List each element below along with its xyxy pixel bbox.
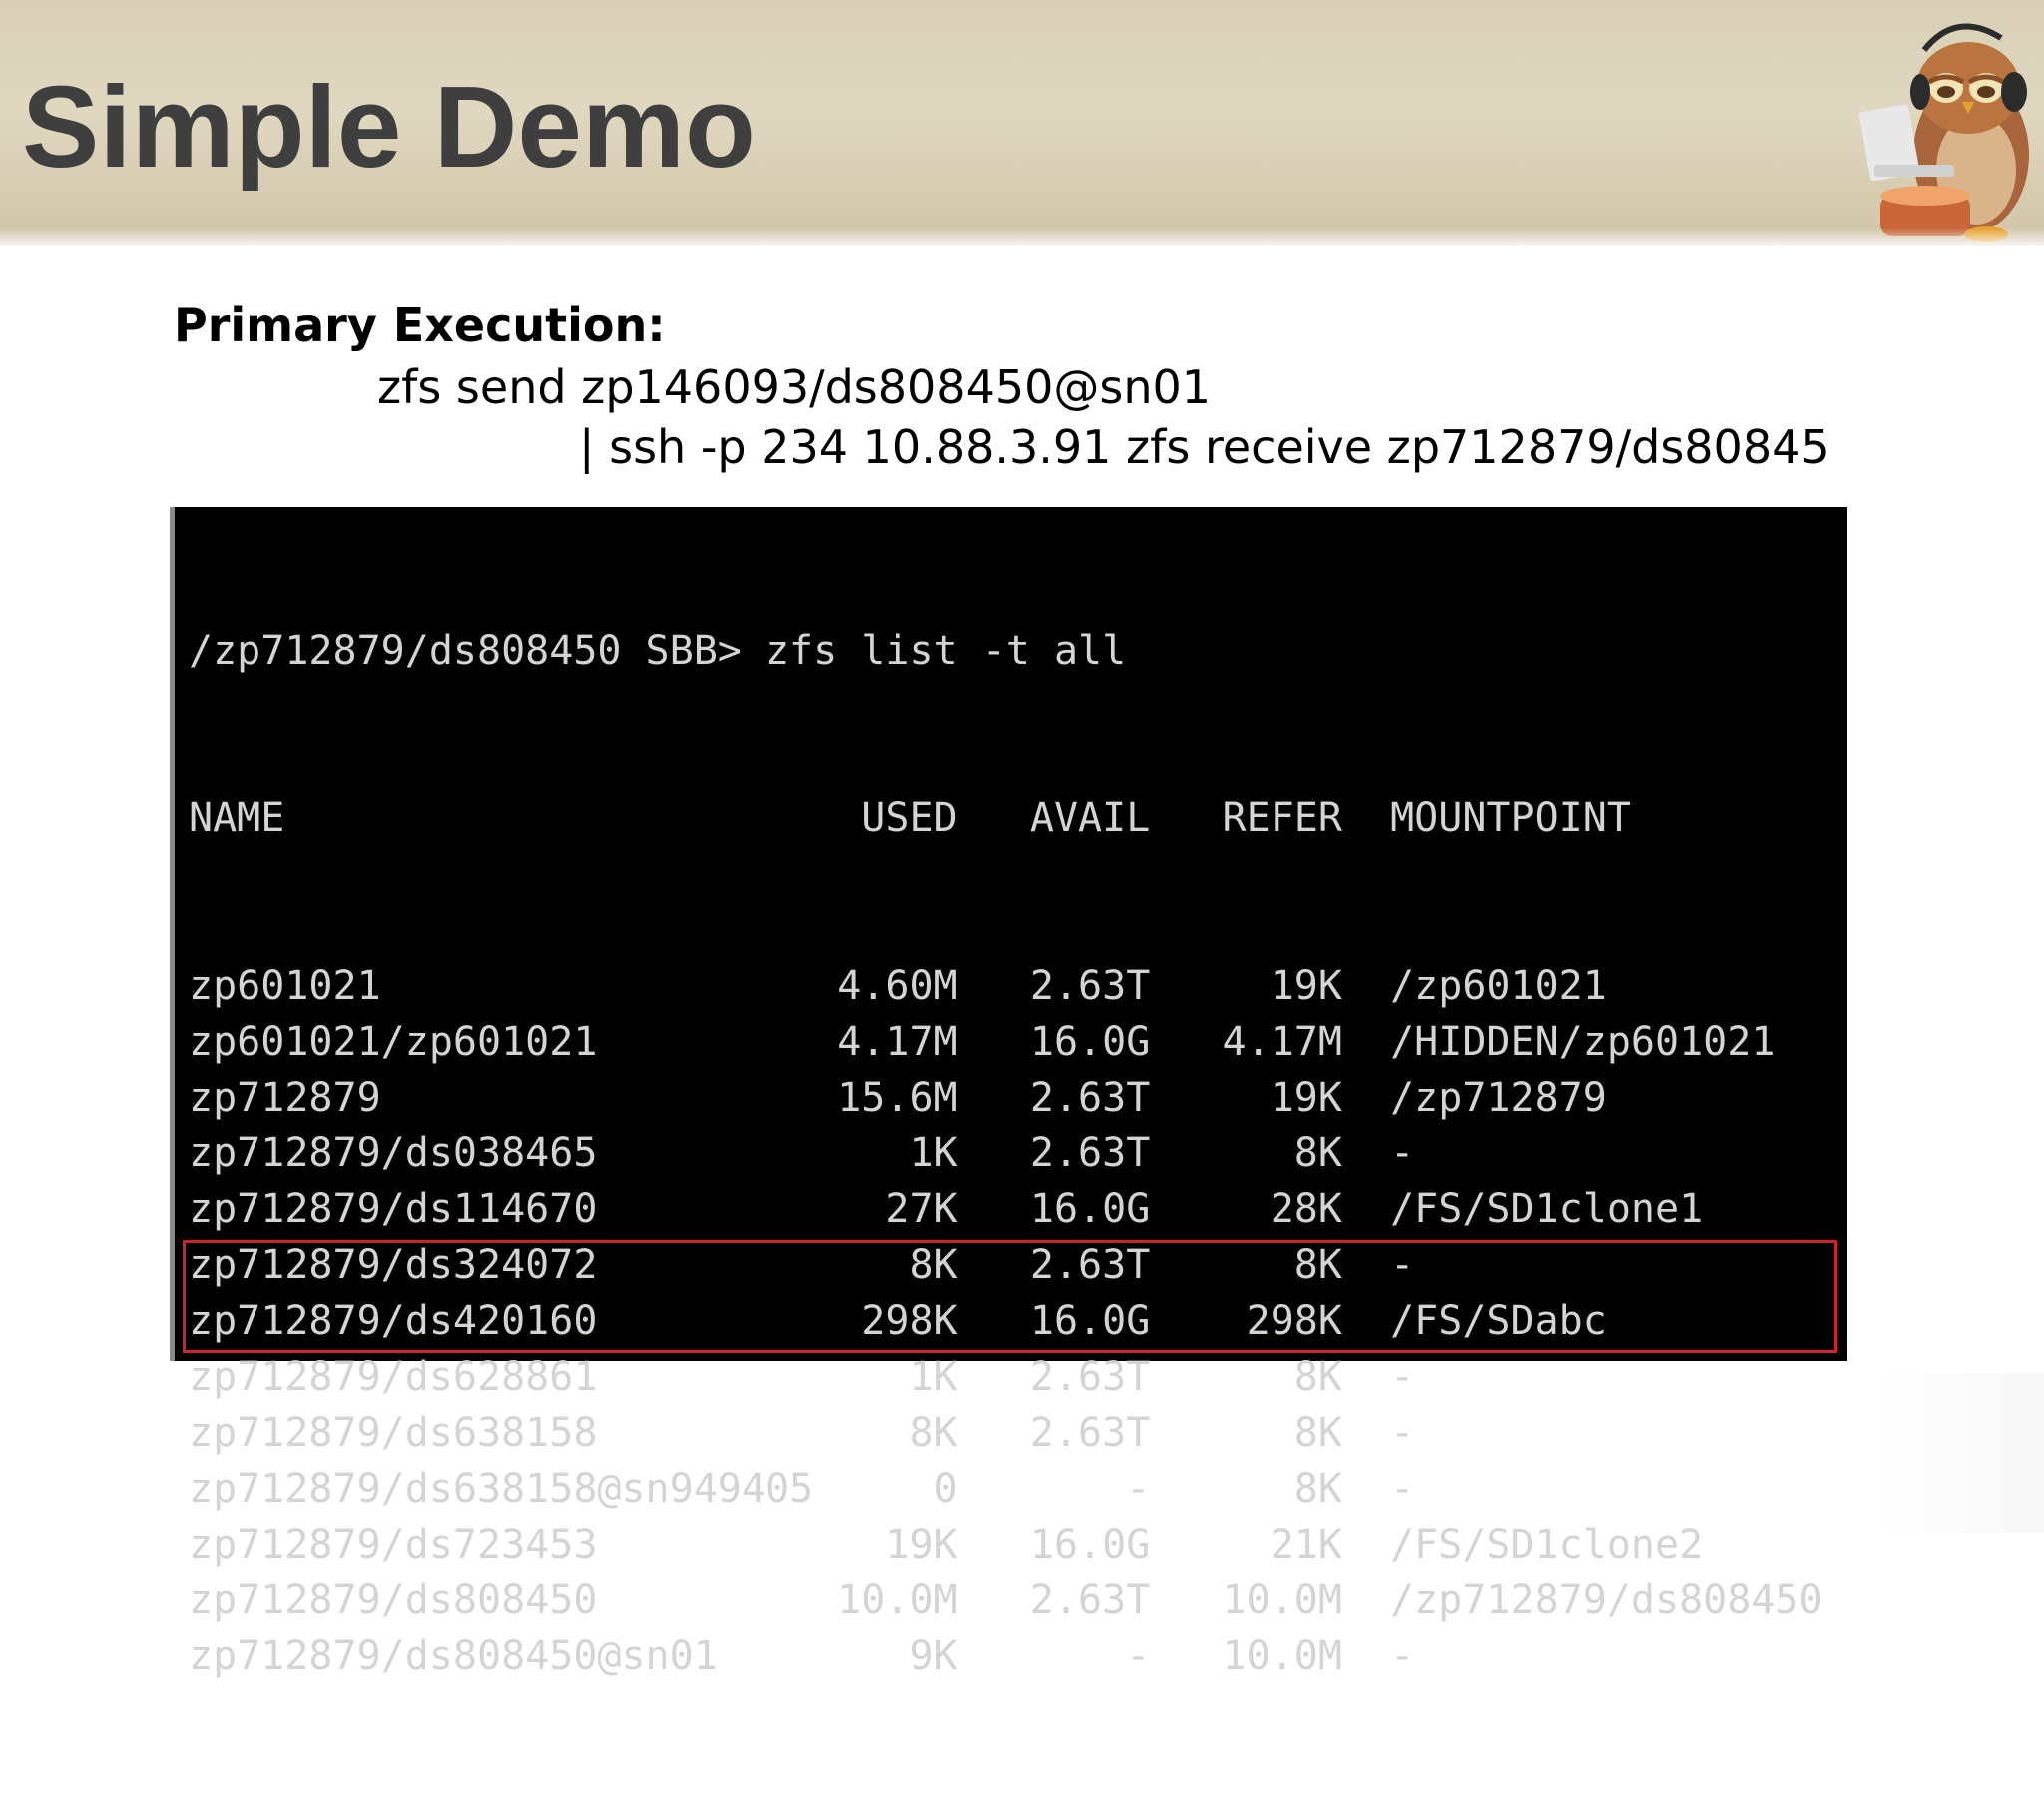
terminal-row: zp712879/ds638158 8K 2.63T 8K - — [189, 1410, 1415, 1456]
terminal-row: zp712879 15.6M 2.63T 19K /zp712879 — [189, 1075, 1607, 1121]
terminal-row: zp712879/ds324072 8K 2.63T 8K - — [189, 1242, 1415, 1288]
owl-with-laptop-icon — [1858, 23, 2029, 242]
terminal-row: zp712879/ds808450 10.0M 2.63T 10.0M /zp7… — [189, 1577, 1823, 1623]
terminal-screenshot: /zp712879/ds808450 SBB> zfs list -t all … — [170, 507, 1847, 1679]
slide-title: Simple Demo — [22, 62, 756, 192]
terminal-prompt: /zp712879/ds808450 SBB> zfs list -t all — [189, 628, 1127, 674]
terminal-column-headers: NAME USED AVAIL REFER MOUNTPOINT — [189, 795, 1631, 841]
terminal-row: zp712879/ds638158@sn949405 0 - 8K - — [189, 1466, 1415, 1512]
terminal-row: zp712879/ds808450@sn01 9K - 10.0M - — [189, 1633, 1415, 1679]
terminal-row: zp712879/ds420160 298K 16.0G 298K /FS/SD… — [189, 1298, 1607, 1344]
terminal-row: zp601021/zp601021 4.17M 16.0G 4.17M /HID… — [189, 1019, 1776, 1065]
send-command-line: zfs send zp146093/ds808450@sn01 — [377, 360, 1212, 414]
terminal-row: zp712879/ds628861 1K 2.63T 8K - — [189, 1354, 1415, 1400]
receive-command-line: | ssh -p 234 10.88.3.91 zfs receive zp71… — [579, 420, 1830, 474]
terminal-row: zp601021 4.60M 2.63T 19K /zp601021 — [189, 963, 1607, 1009]
primary-execution-label: Primary Execution: — [174, 298, 666, 352]
terminal-row: zp712879/ds038465 1K 2.63T 8K - — [189, 1130, 1415, 1176]
terminal-row: zp712879/ds723453 19K 16.0G 21K /FS/SD1c… — [189, 1522, 1704, 1568]
terminal-output: /zp712879/ds808450 SBB> zfs list -t all … — [189, 511, 1823, 1796]
title-banner: Simple Demo — [0, 0, 2044, 246]
terminal-rows: zp601021 4.60M 2.63T 19K /zp601021 zp6010… — [189, 958, 1823, 1684]
page-corner-shade — [1874, 1373, 2044, 1533]
terminal-row: zp712879/ds114670 27K 16.0G 28K /FS/SD1c… — [189, 1186, 1704, 1232]
